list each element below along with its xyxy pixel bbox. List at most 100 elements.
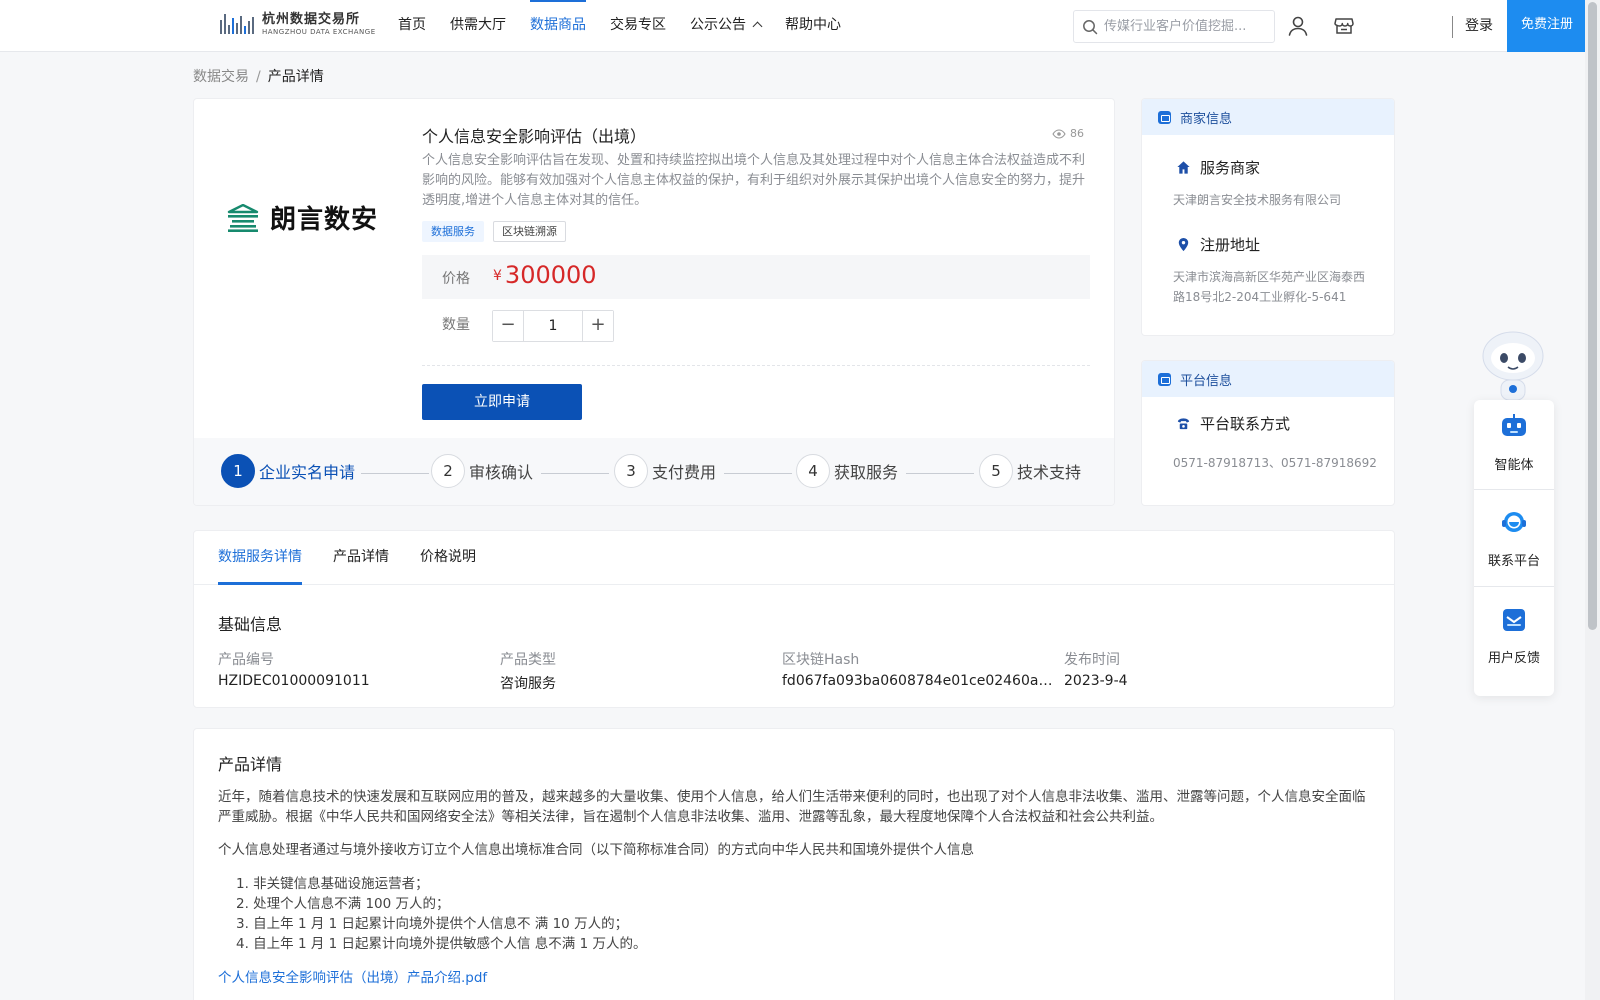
step-1: 1 企业实名申请	[221, 454, 355, 488]
product-card: 朗言数安 个人信息安全影响评估（出境） 86 个人信息安全影响评估旨在发现、处置…	[193, 98, 1115, 506]
brand-emblem-icon	[227, 203, 259, 232]
currency-symbol: ¥	[493, 268, 502, 284]
step-label: 获取服务	[834, 463, 899, 482]
intro-list: 1. 非关键信息基础设施运营者； 2. 处理个人信息不满 100 万人的； 3.…	[236, 874, 646, 954]
float-divider	[1474, 586, 1554, 587]
step-3: 3 支付费用	[614, 454, 716, 488]
breadcrumb-root[interactable]: 数据交易	[193, 69, 249, 85]
platform-info-card: 平台信息 平台联系方式 0571-87918713、0571-87918692	[1141, 360, 1395, 506]
home-icon	[1177, 161, 1190, 174]
nav-help-center[interactable]: 帮助中心	[773, 0, 853, 52]
field-value: 咨询服务	[500, 676, 556, 692]
step-number: 5	[979, 454, 1013, 488]
nav-supply-demand[interactable]: 供需大厅	[438, 0, 518, 52]
decrement-button[interactable]: −	[493, 311, 523, 341]
phone-icon	[1177, 418, 1190, 430]
step-number: 2	[431, 454, 465, 488]
contact-platform-label: 联系平台	[1487, 554, 1540, 569]
step-number: 1	[221, 454, 255, 488]
merchant-info-title: 商家信息	[1180, 111, 1233, 127]
nav-home[interactable]: 首页	[386, 0, 438, 52]
headset-icon	[1502, 512, 1526, 532]
tab-product-detail[interactable]: 产品详情	[333, 531, 389, 585]
field-label: 区块链Hash	[782, 652, 860, 668]
logo-bars-icon	[220, 12, 258, 36]
register-button[interactable]: 免费注册	[1507, 0, 1587, 52]
step-5: 5 技术支持	[979, 454, 1081, 488]
scrollbar-thumb[interactable]	[1588, 2, 1597, 630]
step-4: 4 获取服务	[796, 454, 898, 488]
step-connector	[361, 473, 429, 474]
site-logo[interactable]: 杭州数据交易所 HANGZHOU DATA EXCHANGE	[220, 12, 376, 36]
tab-data-service-detail[interactable]: 数据服务详情	[218, 531, 302, 585]
ai-bot-icon	[1502, 414, 1526, 436]
quantity-label: 数量	[442, 317, 470, 333]
registered-address-value: 天津市滨海高新区华苑产业区海泰西路18号北2-204工业孵化-5-641	[1173, 270, 1366, 304]
service-merchant-label: 服务商家	[1200, 159, 1261, 177]
price-label: 价格	[442, 271, 470, 287]
nav-announcements[interactable]: 公示公告	[678, 0, 773, 52]
step-label: 企业实名申请	[259, 463, 356, 482]
quantity-stepper: − 1 +	[492, 310, 614, 342]
list-item: 3. 自上年 1 月 1 日起累计向境外提供个人信息不 满 10 万人的；	[236, 916, 629, 932]
product-detail-title: 产品详情	[218, 755, 283, 774]
ai-agent-label: 智能体	[1494, 458, 1534, 473]
search-box	[1073, 10, 1275, 43]
search-input[interactable]	[1104, 19, 1264, 34]
platform-info-header: 平台信息	[1142, 361, 1394, 397]
product-tags: 数据服务 区块链溯源	[422, 221, 575, 242]
field-value: HZIDEC01000091011	[218, 673, 370, 689]
merchant-info-header: 商家信息	[1142, 99, 1394, 135]
view-count-value: 86	[1070, 127, 1084, 140]
platform-info-icon	[1158, 372, 1171, 386]
platform-contact-label: 平台联系方式	[1200, 415, 1291, 433]
step-number: 4	[796, 454, 830, 488]
registered-address-label: 注册地址	[1200, 236, 1261, 254]
step-label: 审核确认	[469, 463, 534, 482]
store-icon[interactable]	[1332, 14, 1356, 38]
increment-button[interactable]: +	[583, 311, 613, 341]
field-blockchain-hash: 区块链Hash fd067fa093ba0608784e01ce02460a25…	[782, 649, 1060, 689]
login-link[interactable]: 登录	[1465, 0, 1493, 52]
header-divider	[1452, 16, 1453, 38]
tag-blockchain: 区块链溯源	[493, 221, 566, 242]
step-connector	[724, 473, 792, 474]
step-connector	[541, 473, 609, 474]
list-item: 2. 处理个人信息不满 100 万人的；	[236, 896, 450, 912]
quantity-value[interactable]: 1	[523, 311, 583, 341]
breadcrumb: 数据交易 / 产品详情	[193, 66, 324, 86]
nav-data-products[interactable]: 数据商品	[518, 0, 598, 52]
ai-agent-button[interactable]: 智能体	[1474, 412, 1554, 473]
platform-info-title: 平台信息	[1180, 373, 1233, 389]
brand-logo: 朗言数安	[226, 199, 378, 236]
field-label: 产品编号	[218, 652, 274, 668]
breadcrumb-current: 产品详情	[267, 69, 324, 85]
price-value: ¥300000	[493, 261, 597, 289]
page-scrollbar[interactable]	[1585, 0, 1600, 1000]
step-label: 支付费用	[652, 463, 717, 482]
platform-contact-value: 0571-87918713、0571-87918692	[1173, 456, 1377, 470]
service-merchant-row: 服务商家	[1176, 157, 1260, 178]
list-item: 1. 非关键信息基础设施运营者；	[236, 876, 429, 892]
location-pin-icon	[1178, 237, 1189, 252]
intro-paragraph: 个人信息处理者通过与境外接收方订立个人信息出境标准合同（以下简称标准合同）的方式…	[218, 842, 974, 858]
pdf-download-link[interactable]: 个人信息安全影响评估（出境）产品介绍.pdf	[218, 966, 487, 986]
user-feedback-button[interactable]: 用户反馈	[1474, 605, 1554, 666]
tab-price-description[interactable]: 价格说明	[420, 531, 476, 585]
field-value: fd067fa093ba0608784e01ce02460a253bc...	[782, 673, 1060, 689]
chevron-up-icon	[752, 21, 763, 32]
search-icon[interactable]	[1082, 19, 1098, 35]
step-2: 2 审核确认	[431, 454, 533, 488]
main-nav: 首页 供需大厅 数据商品 交易专区 公示公告 帮助中心	[386, 0, 853, 52]
logo-title: 杭州数据交易所	[262, 11, 361, 27]
nav-trading-zone[interactable]: 交易专区	[598, 0, 678, 52]
product-description: 个人信息安全影响评估旨在发现、处置和持续监控拟出境个人信息及其处理过程中对个人信…	[422, 153, 1086, 208]
tag-data-service: 数据服务	[422, 221, 484, 242]
detail-tabs: 数据服务详情 产品详情 价格说明	[194, 531, 1394, 585]
feedback-icon	[1503, 609, 1525, 631]
user-icon[interactable]	[1286, 14, 1310, 38]
field-product-id: 产品编号 HZIDEC01000091011	[218, 649, 488, 689]
robot-mascot-icon[interactable]	[1475, 326, 1551, 406]
contact-platform-button[interactable]: 联系平台	[1474, 508, 1554, 569]
apply-button[interactable]: 立即申请	[422, 384, 582, 420]
